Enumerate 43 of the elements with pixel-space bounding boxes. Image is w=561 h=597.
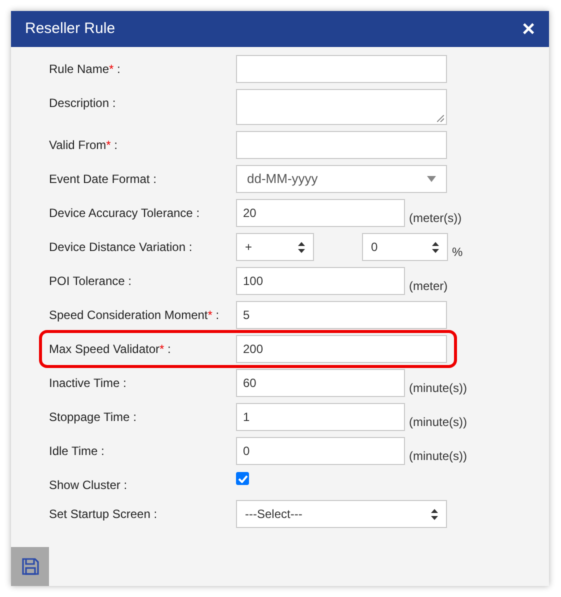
select-field[interactable]: 0 xyxy=(362,233,448,261)
text-field[interactable]: 100 xyxy=(236,267,405,295)
field-label: Idle Time : xyxy=(49,443,106,460)
resize-grip-icon xyxy=(437,115,444,122)
field-label: Description : xyxy=(49,95,117,112)
field-label: Device Distance Variation : xyxy=(49,239,194,256)
select-field[interactable]: + xyxy=(236,233,314,261)
text-field[interactable] xyxy=(236,55,447,83)
field-label: Set Startup Screen : xyxy=(49,506,158,523)
text-field[interactable]: 20 xyxy=(236,199,405,227)
caret-icon xyxy=(427,176,436,182)
field-label: POI Tolerance : xyxy=(49,273,133,290)
select-field[interactable]: ---Select--- xyxy=(236,500,447,528)
text-field[interactable]: 200 xyxy=(236,335,447,363)
sort-arrows-icon xyxy=(431,508,438,520)
save-button[interactable] xyxy=(11,547,49,586)
unit-label: (minute(s)) xyxy=(408,448,468,465)
field-label: Rule Name* : xyxy=(49,61,122,78)
checkbox[interactable] xyxy=(236,472,249,485)
unit-label: (minute(s)) xyxy=(408,380,468,397)
text-field[interactable]: 60 xyxy=(236,369,405,397)
text-area[interactable] xyxy=(236,89,447,125)
unit-label: (meter) xyxy=(408,278,448,295)
sort-arrows-icon xyxy=(432,242,439,252)
unit-label: (minute(s)) xyxy=(408,414,468,431)
sort-arrows-icon xyxy=(298,242,305,252)
window-title: Reseller Rule xyxy=(25,18,116,39)
field-label: Device Accuracy Tolerance : xyxy=(49,205,201,222)
field-label: Show Cluster : xyxy=(49,477,128,494)
field-label: Speed Consideration Moment* : xyxy=(49,307,220,324)
close-button[interactable]: × xyxy=(522,18,535,40)
text-field[interactable] xyxy=(236,131,447,159)
dropdown[interactable]: dd-MM-yyyy xyxy=(236,165,447,193)
field-label: Inactive Time : xyxy=(49,375,128,392)
unit-label: % xyxy=(451,244,463,261)
text-field[interactable]: 1 xyxy=(236,403,405,431)
field-label: Valid From* : xyxy=(49,137,118,154)
unit-label: (meter(s)) xyxy=(408,210,462,227)
text-field[interactable]: 5 xyxy=(236,301,447,329)
field-label: Max Speed Validator* : xyxy=(49,341,172,358)
field-label: Event Date Format : xyxy=(49,171,158,188)
text-field[interactable]: 0 xyxy=(236,437,405,465)
field-label: Stoppage Time : xyxy=(49,409,138,426)
